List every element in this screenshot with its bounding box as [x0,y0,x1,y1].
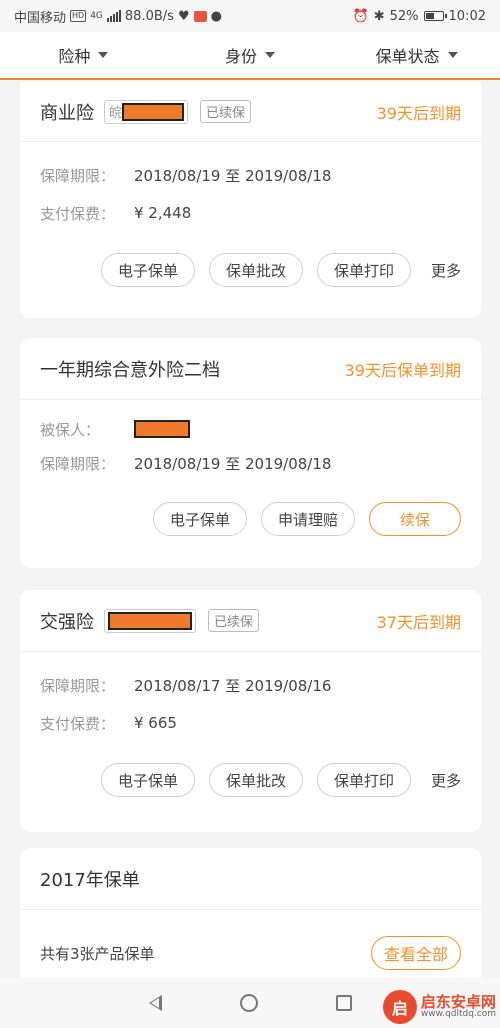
watermark-logo: 启 [382,990,417,1024]
insured-row: 被保人： [40,414,461,444]
view-all-button[interactable]: 查看全部 [370,936,461,970]
license-plate: 皖 [104,99,189,124]
filter-identity[interactable]: 身份 [167,43,334,67]
due-label: 39天后到期 [376,103,461,123]
card-header: 交强险 已续保 37天后到期 [20,590,481,652]
caret-down-icon [447,52,458,58]
heart-icon: ♥ [177,8,190,24]
filter-bar: 险种 身份 保单状态 [0,32,500,80]
card-header: 商业险 皖 已续保 39天后到期 [20,82,481,142]
e-policy-button[interactable]: 电子保单 [100,763,195,797]
policy-card-commercial[interactable]: 商业险 皖 已续保 39天后到期 保障期限： 2018/08/19 至 2019… [20,82,481,318]
watermark-name: 启东安卓网 [420,992,496,1011]
redaction-block [108,611,192,630]
premium-row: 支付保费： ¥ 665 [40,704,461,742]
policy-title: 一年期综合意外险二档 [40,359,220,381]
battery-icon [423,11,447,21]
row-key: 保障期限： [40,676,116,695]
recent-apps-icon[interactable] [335,995,352,1011]
signal-icon [106,10,121,22]
policy-count-summary: 共有3张产品保单 [40,944,155,963]
row-key: 支付保费： [40,714,116,733]
row-key: 保障期限： [40,454,116,473]
filter-insurance-type[interactable]: 险种 [0,43,167,67]
back-icon[interactable] [148,995,162,1011]
row-value: ¥ 2,448 [134,204,192,222]
caret-down-icon [98,52,109,58]
claim-button[interactable]: 申请理赔 [260,502,355,536]
row-value: 2018/08/19 至 2019/08/18 [134,166,332,185]
bluetooth-icon: ✱ [373,8,385,24]
row-value: ¥ 665 [134,714,177,732]
due-label: 39天后保单到期 [344,360,461,380]
row-value: 2018/08/17 至 2019/08/16 [134,676,332,695]
e-policy-button[interactable]: 电子保单 [100,253,195,287]
redaction-block [134,420,190,438]
alarm-icon: ⏰ [352,8,369,24]
more-button[interactable]: 更多 [431,260,461,281]
coverage-period-row: 保障期限： 2018/08/17 至 2019/08/16 [40,666,461,704]
app-icon [193,10,207,22]
net-type-label: 4G [90,11,103,21]
battery-percent: 52% [389,8,419,24]
home-icon[interactable] [239,994,258,1012]
chat-icon: ● [210,8,222,24]
status-bar: 中国移动 HD 4G 88.0B/s ♥ ● ⏰ ✱ 52% 10:02 [0,0,500,32]
more-button[interactable]: 更多 [431,770,461,791]
filter-label: 身份 [225,47,258,66]
hd-icon: HD [70,10,87,22]
policy-card-accident[interactable]: 一年期综合意外险二档 39天后保单到期 被保人： 保障期限： 2018/08/1… [20,338,481,568]
filter-policy-status[interactable]: 保单状态 [333,43,500,67]
watermark: 启 启东安卓网 www.qdltdq.com [382,990,496,1024]
row-value: 2018/08/19 至 2019/08/18 [134,454,332,473]
policy-list[interactable]: 商业险 皖 已续保 39天后到期 保障期限： 2018/08/19 至 2019… [0,82,500,978]
card-header: 2017年保单 [20,848,481,910]
due-label: 37天后到期 [376,612,461,632]
license-plate [104,608,196,633]
caret-down-icon [265,52,276,58]
renewed-badge: 已续保 [200,100,252,123]
filter-label: 保单状态 [375,47,440,66]
card-header: 一年期综合意外险二档 39天后保单到期 [20,338,481,400]
redaction-block [122,102,185,121]
row-key: 支付保费： [40,204,116,223]
premium-row: 支付保费： ¥ 2,448 [40,194,461,232]
net-speed: 88.0B/s [124,8,174,24]
carrier-label: 中国移动 [14,10,67,26]
section-title: 2017年保单 [40,869,140,891]
renew-button[interactable]: 续保 [368,502,461,536]
coverage-period-row: 保障期限： 2018/08/19 至 2019/08/18 [40,156,461,194]
plate-prefix: 皖 [109,106,123,121]
coverage-period-row: 保障期限： 2018/08/19 至 2019/08/18 [40,444,461,482]
watermark-url: www.qdltdq.com [420,1009,496,1020]
policy-card-compulsory[interactable]: 交强险 已续保 37天后到期 保障期限： 2018/08/17 至 2019/0… [20,590,481,832]
policy-amend-button[interactable]: 保单批改 [208,253,303,287]
filter-label: 险种 [58,47,91,66]
policy-print-button[interactable]: 保单打印 [316,253,411,287]
policy-title: 交强险 [40,611,94,633]
policy-title: 商业险 [40,102,94,124]
e-policy-button[interactable]: 电子保单 [152,502,247,536]
policy-amend-button[interactable]: 保单批改 [208,763,303,797]
policy-print-button[interactable]: 保单打印 [316,763,411,797]
renewed-badge: 已续保 [208,609,260,632]
row-key: 被保人： [40,420,101,439]
row-key: 保障期限： [40,166,116,185]
clock: 10:02 [448,8,486,24]
policy-card-2017[interactable]: 2017年保单 共有3张产品保单 查看全部 [20,848,481,978]
